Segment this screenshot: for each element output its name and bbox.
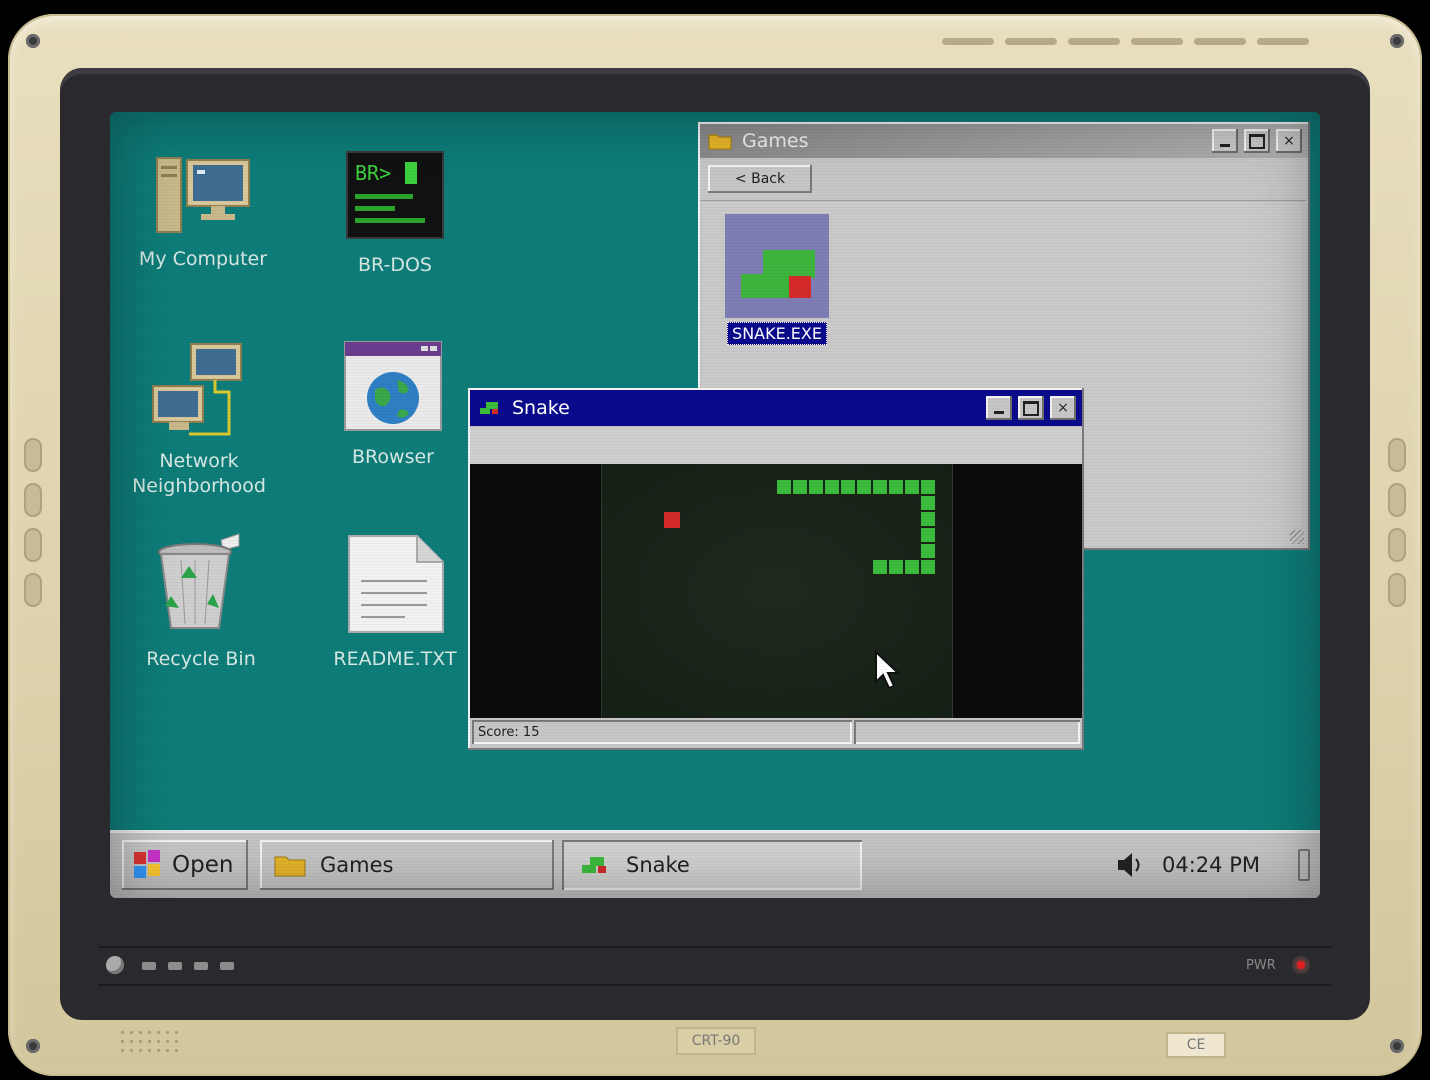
snake-segment	[825, 480, 839, 494]
snake-segment	[873, 560, 887, 574]
text-file-icon	[348, 535, 444, 633]
snake-segment	[889, 560, 903, 574]
crt-screen: My Computer BR> BR-DOS Network Neighborh…	[110, 112, 1320, 898]
minimize-button[interactable]	[1212, 129, 1238, 153]
desktop-icon-label: Network Neighborhood	[132, 450, 266, 497]
recycle-bin-icon	[158, 533, 240, 629]
desktop-icon-readme[interactable]: README.TXT	[320, 534, 470, 672]
tray-edge	[1298, 849, 1310, 881]
network-icon	[152, 343, 242, 436]
close-button[interactable]: ×	[1050, 396, 1076, 420]
folder-icon	[708, 134, 732, 150]
snake-titlebar[interactable]: Snake ×	[470, 390, 1082, 426]
snake-food	[664, 512, 680, 528]
snake-icon	[582, 857, 606, 873]
speaker-icon[interactable]	[1114, 850, 1144, 880]
speaker-grille	[118, 1028, 184, 1058]
terminal-icon: BR>	[346, 151, 444, 239]
snake-menu-bar	[470, 428, 1082, 464]
snake-segment	[921, 560, 935, 574]
file-item-snake-exe[interactable]: SNAKE.EXE	[722, 214, 832, 345]
terminal-prompt: BR>	[355, 161, 391, 185]
mouse-cursor-icon	[875, 650, 901, 690]
taskbar: Open Games Snake 04:24 PM	[110, 830, 1320, 898]
snake-icon	[480, 402, 498, 414]
snake-segment	[921, 480, 935, 494]
maximize-icon	[1023, 400, 1039, 416]
desktop-icon-label: README.TXT	[333, 648, 457, 670]
games-window-title: Games	[742, 130, 809, 152]
snake-status-pane	[854, 720, 1080, 744]
model-label: CRT-90	[676, 1027, 756, 1055]
screw-top-left	[26, 34, 40, 48]
system-tray: 04:24 PM	[1108, 842, 1310, 888]
resize-grip[interactable]	[1290, 530, 1304, 544]
snake-window[interactable]: Snake × Score: 15	[468, 388, 1084, 750]
snake-segment	[921, 496, 935, 510]
close-icon: ×	[1057, 400, 1069, 416]
games-toolbar: < Back	[700, 160, 1306, 201]
screw-bottom-left	[26, 1039, 40, 1053]
start-logo-icon	[134, 850, 160, 878]
taskbar-item-snake[interactable]: Snake	[562, 840, 862, 890]
snake-segment	[921, 528, 935, 542]
browser-icon	[344, 341, 442, 431]
snake-game-icon	[725, 214, 829, 318]
left-side-buttons	[24, 438, 42, 607]
power-led-icon	[1297, 961, 1305, 969]
snake-segment	[857, 480, 871, 494]
desktop-icon-recycle-bin[interactable]: Recycle Bin	[126, 530, 276, 672]
maximize-button[interactable]	[1018, 396, 1044, 420]
desktop-icon-network-neighborhood[interactable]: Network Neighborhood	[124, 340, 274, 499]
snake-status-score: Score: 15	[472, 720, 852, 744]
start-button[interactable]: Open	[122, 840, 248, 890]
taskbar-item-label: Snake	[626, 853, 690, 877]
desktop-icon-br-dos[interactable]: BR> BR-DOS	[320, 150, 470, 278]
ce-label: CE	[1166, 1032, 1226, 1058]
close-icon: ×	[1283, 133, 1295, 149]
snake-segment	[777, 480, 791, 494]
snake-segment	[809, 480, 823, 494]
snake-game-viewport[interactable]	[470, 464, 1082, 718]
snake-segment	[921, 544, 935, 558]
desktop-icon-my-computer[interactable]: My Computer	[128, 150, 278, 272]
control-buttons[interactable]	[142, 962, 234, 970]
right-side-buttons	[1388, 438, 1406, 607]
top-vent	[942, 38, 1309, 45]
taskbar-clock[interactable]: 04:24 PM	[1162, 853, 1260, 877]
minimize-icon	[994, 410, 1004, 414]
desktop-icon-label: My Computer	[138, 248, 268, 270]
snake-window-title: Snake	[512, 397, 570, 419]
power-button[interactable]	[1292, 956, 1310, 974]
snake-segment	[889, 480, 903, 494]
games-titlebar[interactable]: Games ×	[700, 124, 1308, 158]
snake-segment	[905, 480, 919, 494]
minimize-button[interactable]	[986, 396, 1012, 420]
file-label: SNAKE.EXE	[727, 322, 827, 345]
close-button[interactable]: ×	[1276, 129, 1302, 153]
desktop-icon-label: BR-DOS	[358, 254, 432, 276]
taskbar-item-games[interactable]: Games	[260, 840, 554, 890]
snake-segment	[921, 512, 935, 526]
monitor-control-panel: PWR	[98, 946, 1332, 986]
brightness-knob[interactable]	[106, 956, 124, 974]
start-button-label: Open	[172, 852, 234, 878]
screw-top-right	[1390, 34, 1404, 48]
back-button[interactable]: < Back	[708, 165, 812, 193]
snake-segment	[841, 480, 855, 494]
computer-icon	[156, 157, 250, 233]
screw-bottom-right	[1390, 1039, 1404, 1053]
power-label: PWR	[1246, 958, 1276, 973]
snake-segment	[793, 480, 807, 494]
folder-icon	[274, 856, 306, 877]
maximize-icon	[1249, 133, 1265, 149]
desktop-icon-label: BRowser	[352, 446, 434, 468]
snake-segment	[873, 480, 887, 494]
taskbar-item-label: Games	[320, 853, 394, 877]
minimize-icon	[1220, 143, 1230, 147]
maximize-button[interactable]	[1244, 129, 1270, 153]
desktop-icon-browser[interactable]: BRowser	[318, 340, 468, 470]
snake-segment	[905, 560, 919, 574]
desktop-icon-label: Recycle Bin	[146, 648, 256, 670]
